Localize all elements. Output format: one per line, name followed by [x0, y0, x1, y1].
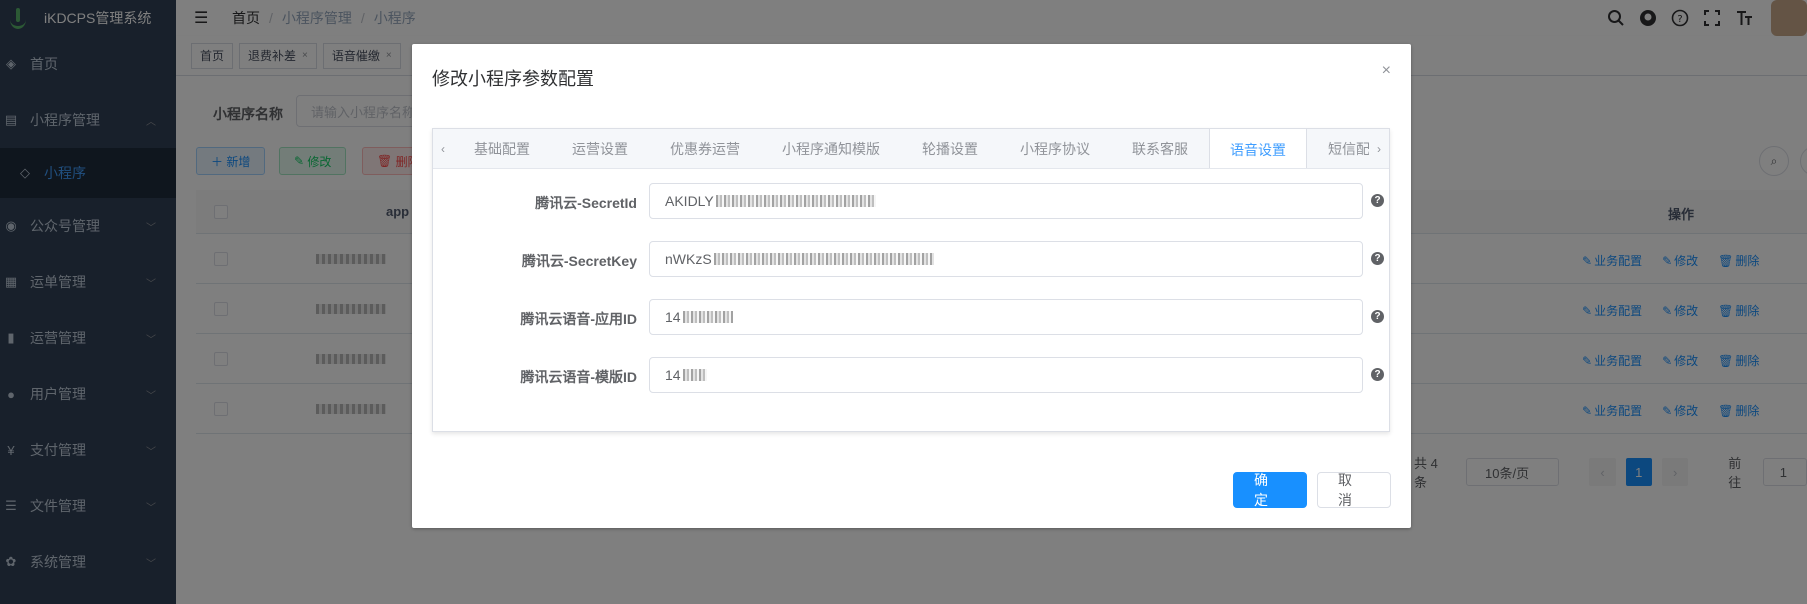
- field-input[interactable]: 14: [649, 357, 1363, 393]
- form-row: 腾讯云-SecretKey nWKzS?: [433, 241, 1391, 277]
- tab-item[interactable]: 小程序协议: [999, 129, 1111, 168]
- field-label: 腾讯云-SecretKey: [521, 253, 637, 269]
- tabs-card: ‹ 基础配置 运营设置 优惠券运营 小程序通知模版 轮播设置 小程序协议 联系客服 语音设置短…: [432, 128, 1390, 432]
- field-input[interactable]: nWKzS: [649, 241, 1363, 277]
- cancel-button[interactable]: 取 消: [1317, 472, 1391, 508]
- help-icon[interactable]: ?: [1371, 368, 1384, 381]
- tab-item[interactable]: 联系客服: [1111, 129, 1209, 168]
- close-icon[interactable]: ×: [1382, 62, 1391, 80]
- tab-item[interactable]: 小程序通知模版: [761, 129, 901, 168]
- redacted-value: [682, 369, 707, 381]
- field-label: 腾讯云-SecretId: [535, 195, 637, 211]
- config-dialog: 修改小程序参数配置 × ‹ 基础配置 运营设置 优惠券运营 小程序通知模版 轮播设置 小程…: [412, 44, 1411, 528]
- tab-item[interactable]: 语音设置: [1209, 129, 1307, 168]
- field-label: 腾讯云语音-模版ID: [520, 369, 637, 385]
- tab-scroll-right-icon[interactable]: ›: [1369, 129, 1389, 168]
- redacted-value: [682, 311, 733, 323]
- field-value: 14: [665, 309, 681, 325]
- help-icon[interactable]: ?: [1371, 252, 1384, 265]
- field-label: 腾讯云语音-应用ID: [520, 311, 637, 327]
- field-value: nWKzS: [665, 251, 712, 267]
- help-icon[interactable]: ?: [1371, 194, 1384, 207]
- field-value: AKIDLY: [665, 193, 714, 209]
- redacted-value: [713, 253, 934, 265]
- dialog-footer: 确 定 取 消: [1233, 472, 1391, 508]
- tab-scroll-left-icon[interactable]: ‹: [433, 129, 453, 168]
- confirm-button[interactable]: 确 定: [1233, 472, 1307, 508]
- field-input[interactable]: AKIDLY: [649, 183, 1363, 219]
- tab-item[interactable]: 轮播设置: [901, 129, 999, 168]
- tab-item[interactable]: 优惠券运营: [649, 129, 761, 168]
- tab-item[interactable]: 运营设置: [551, 129, 649, 168]
- redacted-value: [715, 195, 876, 207]
- form-row: 腾讯云语音-模版ID 14?: [433, 357, 1391, 393]
- help-icon[interactable]: ?: [1371, 310, 1384, 323]
- field-value: 14: [665, 367, 681, 383]
- tabs-header: ‹ 基础配置 运营设置 优惠券运营 小程序通知模版 轮播设置 小程序协议 联系客服 语音设置短…: [433, 129, 1389, 169]
- tab-nav: 基础配置 运营设置 优惠券运营 小程序通知模版 轮播设置 小程序协议 联系客服 语音设置 短信配…: [453, 129, 1389, 168]
- tab-item[interactable]: 基础配置: [453, 129, 551, 168]
- form-row: 腾讯云-SecretId AKIDLY?: [433, 183, 1391, 219]
- dialog-title: 修改小程序参数配置: [432, 69, 594, 89]
- form-row: 腾讯云语音-应用ID 14?: [433, 299, 1391, 335]
- field-input[interactable]: 14: [649, 299, 1363, 335]
